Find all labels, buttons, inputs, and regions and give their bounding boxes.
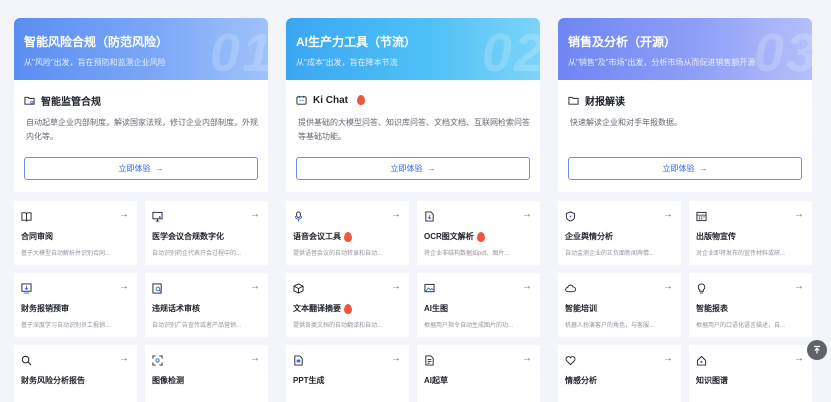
arrow-right-icon: → (391, 209, 401, 220)
card-grid: → 企业舆情分析 自动监测企业的正负面新闻舆情... → 出版物宣传 对企业即将… (558, 201, 812, 402)
column-number: 02 (481, 23, 540, 80)
solution-columns: 智能风险合规（防范风险） 从"风险"出发，旨在预防和监测企业风险 01 智能监管… (14, 18, 814, 402)
column-title: 销售及分析（开源） (568, 35, 677, 49)
card-image-detection[interactable]: → 图像检测 (145, 345, 268, 402)
arrow-right-icon: → (250, 353, 260, 364)
folder-icon (24, 96, 35, 105)
arrow-right-icon: → (250, 281, 260, 292)
column-header: 销售及分析（开源） 从"销售"及"市场"出发，分析市场从而促进销售额开源 03 (558, 18, 812, 80)
arrow-right-icon: → (663, 281, 673, 292)
arrow-right-icon: → (663, 353, 673, 364)
card-sentiment-monitor[interactable]: → 企业舆情分析 自动监测企业的正负面新闻舆情... (558, 201, 681, 265)
calendar-icon (696, 211, 707, 222)
draft-icon (425, 355, 434, 366)
column-title: 智能风险合规（防范风险） (24, 35, 169, 49)
arrow-right-icon: → (391, 281, 401, 292)
card-smart-training[interactable]: → 智能培训 机器人扮演客户的角色，与客服... (558, 273, 681, 337)
column-number: 03 (753, 23, 812, 80)
arrow-right-icon: → (155, 164, 164, 173)
card-smart-report[interactable]: → 智能报表 根据用户的口语化语言描述，自... (689, 273, 812, 337)
card-emotion-analysis[interactable]: → 情感分析 (558, 345, 681, 402)
card-speech-audit[interactable]: → 违规话术审核 自动识别广告宣传或者产品营销... (145, 273, 268, 337)
shield-icon (565, 211, 576, 222)
card-financial-risk[interactable]: → 财务风险分析报告 (14, 345, 137, 402)
ppt-icon (294, 355, 303, 366)
card-ppt-gen[interactable]: → PPT生成 (286, 345, 409, 402)
feature-card: 智能监管合规 自动起草企业内部制度，解读国家法规，修订企业内部制度，外规内化等。… (14, 80, 268, 192)
try-now-button[interactable]: 立即体验 → (296, 157, 530, 180)
column-header: AI生产力工具（节流） 从"成本"出发，旨在降本节流 02 (286, 18, 540, 80)
column-subtitle: 从"成本"出发，旨在降本节流 (296, 58, 398, 67)
feature-desc: 自动起草企业内部制度，解读国家法规，修订企业内部制度，外规内化等。 (26, 118, 258, 141)
column-title: AI生产力工具（节流） (296, 35, 417, 49)
card-text-translate[interactable]: → 文本翻译摘要 提供各类文档的自动翻译和自动... (286, 273, 409, 337)
home-icon (696, 355, 707, 366)
hot-flame-icon (357, 95, 365, 105)
feature-desc: 快速解读企业和对手年报数据。 (570, 118, 682, 127)
bulb-icon (697, 283, 706, 294)
arrow-right-icon: → (663, 209, 673, 220)
hot-flame-icon (344, 231, 352, 242)
arrow-right-icon: → (699, 164, 708, 173)
column-ai-productivity: AI生产力工具（节流） 从"成本"出发，旨在降本节流 02 Ki Chat 提供… (286, 18, 540, 402)
chat-icon (296, 95, 307, 105)
feature-card: 财报解读 快速解读企业和对手年报数据。 立即体验 → (558, 80, 812, 192)
try-now-button[interactable]: 立即体验 → (568, 157, 802, 180)
column-header: 智能风险合规（防范风险） 从"风险"出发，旨在预防和监测企业风险 01 (14, 18, 268, 80)
scan-icon (152, 355, 163, 366)
scroll-top-button[interactable] (807, 340, 827, 360)
audit-icon (152, 283, 162, 294)
card-ocr-parse[interactable]: → OCR图文解析 将企业非结构数据如pdf、图片... (417, 201, 540, 265)
cloud-icon (565, 284, 576, 293)
search-icon (21, 355, 32, 366)
image-icon (424, 283, 435, 293)
card-voice-meeting[interactable]: → 语音会议工具 提供语音会议的自动转录和自动... (286, 201, 409, 265)
download-icon (21, 283, 32, 294)
heart-icon (565, 356, 576, 366)
card-knowledge-graph[interactable]: → 知识图谱 (689, 345, 812, 402)
arrow-right-icon: → (250, 209, 260, 220)
arrow-right-icon: → (794, 281, 804, 292)
column-number: 01 (209, 23, 268, 80)
column-subtitle: 从"风险"出发，旨在预防和监测企业风险 (24, 58, 166, 67)
arrow-right-icon: → (119, 281, 129, 292)
feature-title: 智能监管合规 (24, 94, 258, 108)
arrow-right-icon: → (119, 209, 129, 220)
try-now-button[interactable]: 立即体验 → (24, 157, 258, 180)
arrow-right-icon: → (119, 353, 129, 364)
card-contract-review[interactable]: → 合同审阅 基于大模型自动解析并识别合同... (14, 201, 137, 265)
arrow-right-icon: → (794, 209, 804, 220)
arrow-right-icon: → (522, 353, 532, 364)
card-ai-image[interactable]: → AI生图 根据用户指令自动生成图片的功... (417, 273, 540, 337)
arrow-up-icon (814, 345, 820, 354)
cube-icon (293, 283, 304, 294)
card-ai-draft[interactable]: → AI起草 (417, 345, 540, 402)
card-expense-precheck[interactable]: → 财务报销预审 基于深度学习自动识别员工报销... (14, 273, 137, 337)
arrow-right-icon: → (427, 164, 436, 173)
doc-icon (425, 211, 434, 222)
arrow-right-icon: → (522, 209, 532, 220)
feature-title: Ki Chat (296, 94, 530, 106)
card-publication-promo[interactable]: → 出版物宣传 对企业即将发布的宣传材料或研... (689, 201, 812, 265)
arrow-right-icon: → (391, 353, 401, 364)
feature-card: Ki Chat 提供基础的大模型问答、知识库问答、文档文档、互联网检索问答等基础… (286, 80, 540, 192)
folder-icon (568, 96, 579, 105)
column-sales-analysis: 销售及分析（开源） 从"销售"及"市场"出发，分析市场从而促进销售额开源 03 … (558, 18, 812, 402)
book-icon (21, 212, 32, 222)
hot-flame-icon (476, 231, 485, 242)
card-grid: → 语音会议工具 提供语音会议的自动转录和自动... → OCR图文解析 将企业… (286, 201, 540, 402)
feature-desc: 提供基础的大模型问答、知识库问答、文档文档、互联网检索问答等基础功能。 (298, 118, 530, 141)
card-medical-meeting[interactable]: → 医学会议合规数字化 自动识别药企代表开会过程中的... (145, 201, 268, 265)
arrow-right-icon: → (794, 353, 804, 364)
arrow-right-icon: → (522, 281, 532, 292)
hot-flame-icon (344, 303, 352, 314)
column-subtitle: 从"销售"及"市场"出发，分析市场从而促进销售额开源 (568, 58, 756, 67)
feature-title: 财报解读 (568, 94, 802, 108)
mic-icon (294, 211, 303, 222)
column-risk-compliance: 智能风险合规（防范风险） 从"风险"出发，旨在预防和监测企业风险 01 智能监管… (14, 18, 268, 402)
monitor-icon (152, 211, 163, 222)
card-grid: → 合同审阅 基于大模型自动解析并识别合同... → 医学会议合规数字化 自动识… (14, 201, 268, 402)
